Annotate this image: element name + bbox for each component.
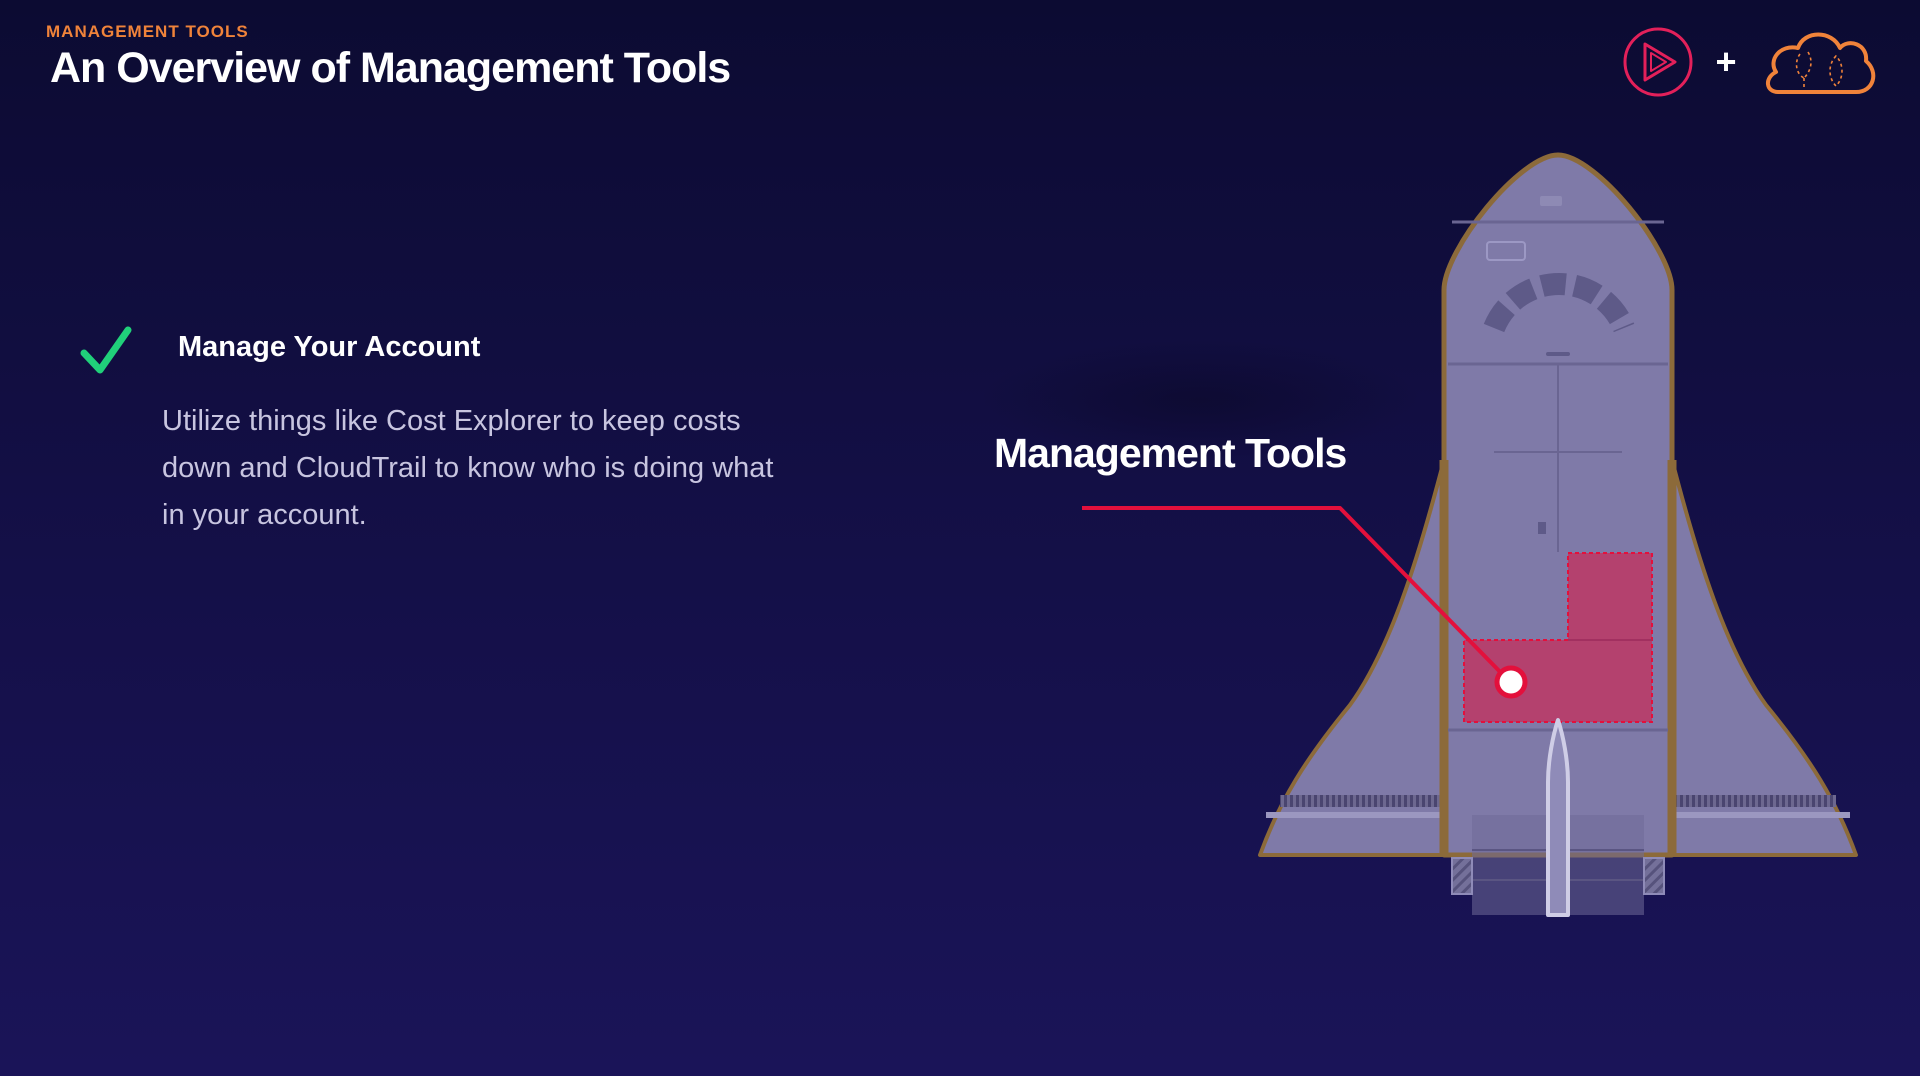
rocket-illustration [980,152,1858,917]
rocket-nozzle [1546,718,1570,917]
rocket-icon [1258,152,1858,917]
callout-label: Management Tools [994,430,1347,476]
callout-dot [1494,665,1528,699]
